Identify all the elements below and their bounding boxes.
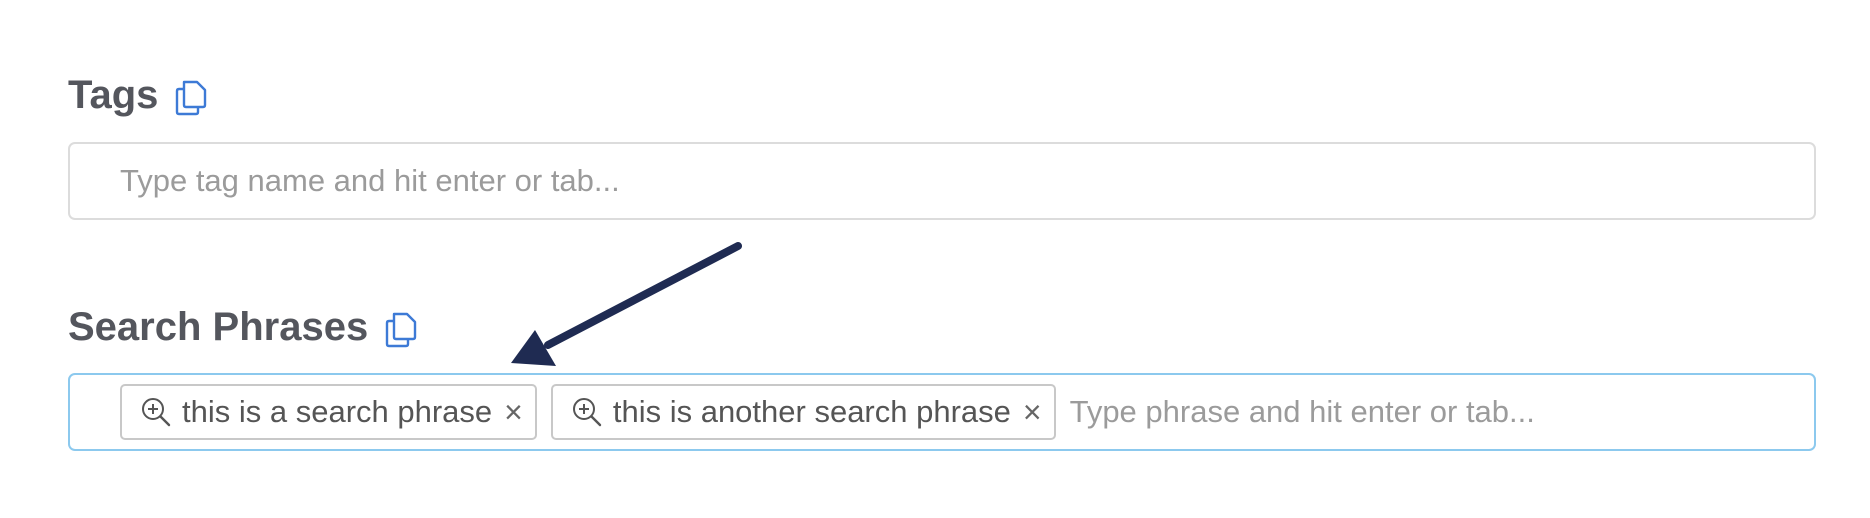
zoom-in-icon: [140, 396, 172, 428]
zoom-in-icon: [571, 396, 603, 428]
remove-chip-button[interactable]: ×: [504, 396, 523, 428]
search-phrases-title: Search Phrases: [68, 305, 369, 349]
search-phrase-chip: this is another search phrase ×: [550, 384, 1056, 440]
search-phrases-input-container[interactable]: this is a search phrase × this is anothe…: [68, 373, 1816, 451]
search-phrases-section-label: Search Phrases: [68, 306, 422, 348]
copy-icon[interactable]: [380, 306, 422, 348]
tags-input[interactable]: [120, 163, 1814, 199]
remove-chip-button[interactable]: ×: [1023, 396, 1042, 428]
tags-title: Tags: [68, 73, 159, 117]
chip-label: this is a search phrase: [182, 394, 493, 429]
search-phrase-input[interactable]: [1069, 394, 1814, 430]
copy-icon[interactable]: [170, 74, 212, 116]
page: Tags Search Phrases: [0, 0, 1870, 518]
chip-label: this is another search phrase: [612, 394, 1011, 429]
tags-section-label: Tags: [68, 74, 212, 116]
tags-input-container[interactable]: [68, 142, 1816, 220]
search-phrase-chip: this is a search phrase ×: [120, 384, 537, 440]
